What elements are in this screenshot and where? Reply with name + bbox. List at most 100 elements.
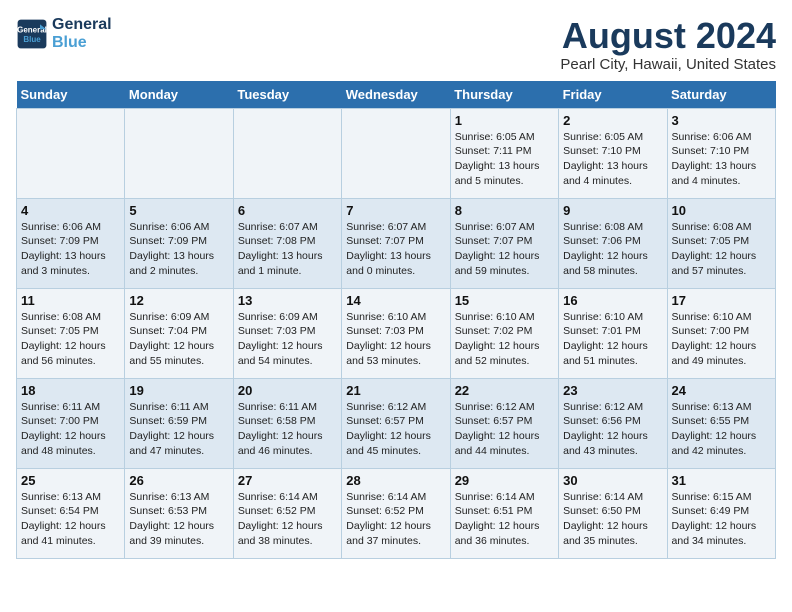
day-info: Sunrise: 6:15 AM Sunset: 6:49 PM Dayligh… (672, 490, 771, 549)
day-number: 28 (346, 473, 445, 488)
calendar-day-1: 1 Sunrise: 6:05 AM Sunset: 7:11 PM Daylig… (450, 108, 558, 198)
day-number: 31 (672, 473, 771, 488)
day-info: Sunrise: 6:06 AM Sunset: 7:10 PM Dayligh… (672, 130, 771, 189)
day-number: 7 (346, 203, 445, 218)
day-number: 15 (455, 293, 554, 308)
logo-text-blue: Blue (52, 34, 112, 52)
day-info: Sunrise: 6:12 AM Sunset: 6:56 PM Dayligh… (563, 400, 662, 459)
calendar-day-8: 8 Sunrise: 6:07 AM Sunset: 7:07 PM Daylig… (450, 198, 558, 288)
day-number: 3 (672, 113, 771, 128)
day-info: Sunrise: 6:06 AM Sunset: 7:09 PM Dayligh… (129, 220, 228, 279)
calendar-day-23: 23 Sunrise: 6:12 AM Sunset: 6:56 PM Dayli… (559, 378, 667, 468)
day-info: Sunrise: 6:09 AM Sunset: 7:04 PM Dayligh… (129, 310, 228, 369)
calendar-day-18: 18Sunrise: 6:11 AM Sunset: 7:00 PM Dayli… (17, 378, 125, 468)
header: General Blue General Blue August 2024 Pe… (16, 16, 776, 73)
header-sunday: Sunday (17, 81, 125, 109)
day-number: 2 (563, 113, 662, 128)
day-info: Sunrise: 6:08 AM Sunset: 7:05 PM Dayligh… (21, 310, 120, 369)
header-tuesday: Tuesday (233, 81, 341, 109)
day-info: Sunrise: 6:10 AM Sunset: 7:00 PM Dayligh… (672, 310, 771, 369)
day-number: 24 (672, 383, 771, 398)
calendar-week-1: 1 Sunrise: 6:05 AM Sunset: 7:11 PM Daylig… (17, 108, 776, 198)
calendar-week-4: 18Sunrise: 6:11 AM Sunset: 7:00 PM Dayli… (17, 378, 776, 468)
day-number: 21 (346, 383, 445, 398)
empty-cell (342, 108, 450, 198)
day-info: Sunrise: 6:14 AM Sunset: 6:52 PM Dayligh… (238, 490, 337, 549)
day-number: 1 (455, 113, 554, 128)
day-info: Sunrise: 6:07 AM Sunset: 7:08 PM Dayligh… (238, 220, 337, 279)
day-info: Sunrise: 6:05 AM Sunset: 7:11 PM Dayligh… (455, 130, 554, 189)
calendar-day-20: 20 Sunrise: 6:11 AM Sunset: 6:58 PM Dayli… (233, 378, 341, 468)
day-number: 11 (21, 293, 120, 308)
calendar-day-16: 16 Sunrise: 6:10 AM Sunset: 7:01 PM Dayli… (559, 288, 667, 378)
svg-text:Blue: Blue (23, 35, 41, 44)
day-number: 23 (563, 383, 662, 398)
calendar-day-26: 26 Sunrise: 6:13 AM Sunset: 6:53 PM Dayli… (125, 468, 233, 558)
calendar-header-row: SundayMondayTuesdayWednesdayThursdayFrid… (17, 81, 776, 109)
logo-text-general: General (52, 16, 112, 34)
day-number: 22 (455, 383, 554, 398)
day-info: Sunrise: 6:13 AM Sunset: 6:53 PM Dayligh… (129, 490, 228, 549)
calendar-table: SundayMondayTuesdayWednesdayThursdayFrid… (16, 81, 776, 559)
calendar-day-30: 30Sunrise: 6:14 AM Sunset: 6:50 PM Dayli… (559, 468, 667, 558)
calendar-day-11: 11 Sunrise: 6:08 AM Sunset: 7:05 PM Dayli… (17, 288, 125, 378)
day-number: 26 (129, 473, 228, 488)
day-number: 25 (21, 473, 120, 488)
day-info: Sunrise: 6:05 AM Sunset: 7:10 PM Dayligh… (563, 130, 662, 189)
day-info: Sunrise: 6:14 AM Sunset: 6:52 PM Dayligh… (346, 490, 445, 549)
page-subtitle: Pearl City, Hawaii, United States (560, 56, 776, 73)
day-info: Sunrise: 6:12 AM Sunset: 6:57 PM Dayligh… (455, 400, 554, 459)
calendar-day-5: 5 Sunrise: 6:06 AM Sunset: 7:09 PM Daylig… (125, 198, 233, 288)
day-number: 27 (238, 473, 337, 488)
day-number: 17 (672, 293, 771, 308)
day-info: Sunrise: 6:11 AM Sunset: 6:59 PM Dayligh… (129, 400, 228, 459)
calendar-day-4: 4Sunrise: 6:06 AM Sunset: 7:09 PM Daylig… (17, 198, 125, 288)
day-number: 12 (129, 293, 228, 308)
empty-cell (233, 108, 341, 198)
day-number: 10 (672, 203, 771, 218)
day-number: 16 (563, 293, 662, 308)
day-number: 20 (238, 383, 337, 398)
calendar-day-2: 2 Sunrise: 6:05 AM Sunset: 7:10 PM Daylig… (559, 108, 667, 198)
header-friday: Friday (559, 81, 667, 109)
calendar-day-25: 25 Sunrise: 6:13 AM Sunset: 6:54 PM Dayli… (17, 468, 125, 558)
day-info: Sunrise: 6:13 AM Sunset: 6:55 PM Dayligh… (672, 400, 771, 459)
day-info: Sunrise: 6:14 AM Sunset: 6:51 PM Dayligh… (455, 490, 554, 549)
calendar-day-28: 28 Sunrise: 6:14 AM Sunset: 6:52 PM Dayli… (342, 468, 450, 558)
calendar-day-7: 7Sunrise: 6:07 AM Sunset: 7:07 PM Daylig… (342, 198, 450, 288)
calendar-day-6: 6 Sunrise: 6:07 AM Sunset: 7:08 PM Daylig… (233, 198, 341, 288)
header-monday: Monday (125, 81, 233, 109)
calendar-day-3: 3 Sunrise: 6:06 AM Sunset: 7:10 PM Daylig… (667, 108, 775, 198)
day-number: 6 (238, 203, 337, 218)
day-number: 5 (129, 203, 228, 218)
day-number: 8 (455, 203, 554, 218)
calendar-day-17: 17 Sunrise: 6:10 AM Sunset: 7:00 PM Dayli… (667, 288, 775, 378)
calendar-day-21: 21 Sunrise: 6:12 AM Sunset: 6:57 PM Dayli… (342, 378, 450, 468)
day-number: 9 (563, 203, 662, 218)
day-number: 4 (21, 203, 120, 218)
day-info: Sunrise: 6:10 AM Sunset: 7:03 PM Dayligh… (346, 310, 445, 369)
title-area: August 2024 Pearl City, Hawaii, United S… (560, 16, 776, 73)
empty-cell (17, 108, 125, 198)
day-info: Sunrise: 6:12 AM Sunset: 6:57 PM Dayligh… (346, 400, 445, 459)
empty-cell (125, 108, 233, 198)
calendar-day-15: 15 Sunrise: 6:10 AM Sunset: 7:02 PM Dayli… (450, 288, 558, 378)
day-number: 29 (455, 473, 554, 488)
day-info: Sunrise: 6:11 AM Sunset: 6:58 PM Dayligh… (238, 400, 337, 459)
calendar-week-3: 11 Sunrise: 6:08 AM Sunset: 7:05 PM Dayli… (17, 288, 776, 378)
logo: General Blue General Blue (16, 16, 112, 51)
day-info: Sunrise: 6:13 AM Sunset: 6:54 PM Dayligh… (21, 490, 120, 549)
calendar-day-22: 22 Sunrise: 6:12 AM Sunset: 6:57 PM Dayli… (450, 378, 558, 468)
day-info: Sunrise: 6:10 AM Sunset: 7:02 PM Dayligh… (455, 310, 554, 369)
calendar-day-14: 14Sunrise: 6:10 AM Sunset: 7:03 PM Dayli… (342, 288, 450, 378)
day-info: Sunrise: 6:10 AM Sunset: 7:01 PM Dayligh… (563, 310, 662, 369)
header-thursday: Thursday (450, 81, 558, 109)
calendar-day-13: 13Sunrise: 6:09 AM Sunset: 7:03 PM Dayli… (233, 288, 341, 378)
day-number: 30 (563, 473, 662, 488)
day-info: Sunrise: 6:08 AM Sunset: 7:06 PM Dayligh… (563, 220, 662, 279)
calendar-day-19: 19Sunrise: 6:11 AM Sunset: 6:59 PM Dayli… (125, 378, 233, 468)
logo-icon: General Blue (16, 18, 48, 50)
calendar-day-12: 12 Sunrise: 6:09 AM Sunset: 7:04 PM Dayli… (125, 288, 233, 378)
day-info: Sunrise: 6:07 AM Sunset: 7:07 PM Dayligh… (455, 220, 554, 279)
header-wednesday: Wednesday (342, 81, 450, 109)
